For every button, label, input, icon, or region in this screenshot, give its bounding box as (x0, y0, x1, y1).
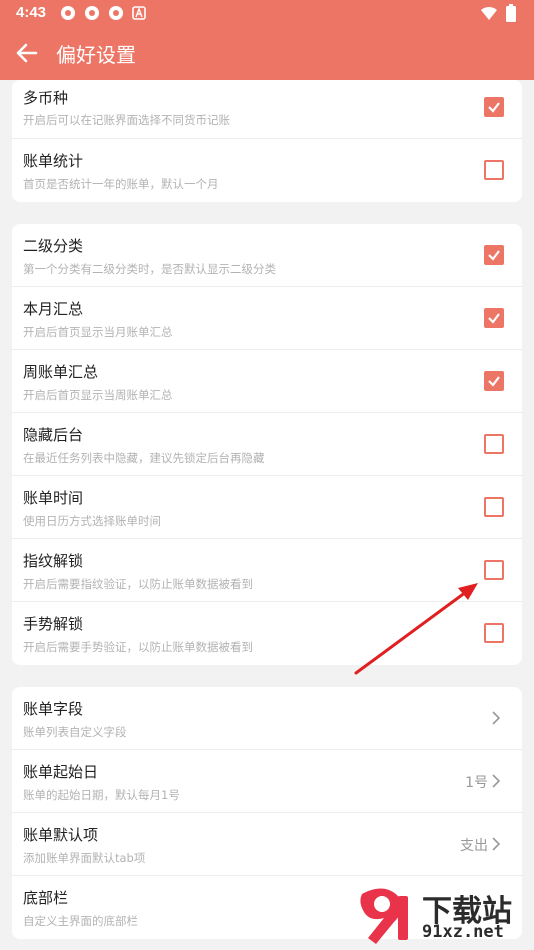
setting-title: 二级分类 (23, 237, 84, 255)
setting-subtitle: 在最近任务列表中隐藏，建议先锁定后台再隐藏 (23, 451, 265, 465)
setting-subtitle: 开启后首页显示当月账单汇总 (23, 325, 173, 339)
app-notification-icon (84, 5, 100, 21)
setting-title: 账单默认项 (23, 826, 99, 844)
setting-monthly-summary[interactable]: 本月汇总 开启后首页显示当月账单汇总 (12, 287, 522, 350)
battery-icon (506, 4, 516, 26)
chevron-right-icon (490, 773, 502, 789)
setting-subtitle: 开启后可以在记账界面选择不同货币记账 (23, 113, 230, 127)
setting-title: 账单统计 (23, 152, 84, 170)
settings-section-display: 二级分类 第一个分类有二级分类时，是否默认显示二级分类 本月汇总 开启后首页显示… (12, 224, 522, 665)
setting-subtitle: 开启后需要手势验证，以防止账单数据被看到 (23, 640, 253, 654)
setting-fingerprint-unlock[interactable]: 指纹解锁 开启后需要指纹验证，以防止账单数据被看到 (12, 539, 522, 602)
setting-title: 账单字段 (23, 700, 84, 718)
page-title: 偏好设置 (56, 43, 136, 67)
setting-bill-start-day[interactable]: 账单起始日 账单的起始日期，默认每月1号 1号 (12, 750, 522, 813)
a-notification-icon (132, 5, 148, 21)
setting-weekly-summary[interactable]: 周账单汇总 开启后首页显示当周账单汇总 (12, 350, 522, 413)
setting-value: 支出 (460, 838, 488, 854)
setting-title: 账单时间 (23, 489, 84, 507)
hide-background-checkbox[interactable] (484, 434, 504, 454)
setting-bill-time[interactable]: 账单时间 使用日历方式选择账单时间 (12, 476, 522, 539)
bill-statistics-checkbox[interactable] (484, 160, 504, 180)
watermark: 下载站 91xz.net (354, 880, 534, 950)
setting-value: 1号 (465, 775, 488, 791)
setting-hide-background[interactable]: 隐藏后台 在最近任务列表中隐藏，建议先锁定后台再隐藏 (12, 413, 522, 476)
fingerprint-unlock-checkbox[interactable] (484, 560, 504, 580)
bill-time-checkbox[interactable] (484, 497, 504, 517)
setting-title: 指纹解锁 (23, 552, 84, 570)
setting-title: 账单起始日 (23, 763, 99, 781)
secondary-category-checkbox[interactable] (484, 245, 504, 265)
back-arrow-icon[interactable] (14, 40, 40, 66)
watermark-logo-icon (360, 888, 408, 944)
setting-secondary-category[interactable]: 二级分类 第一个分类有二级分类时，是否默认显示二级分类 (12, 224, 522, 287)
setting-bill-default-item[interactable]: 账单默认项 添加账单界面默认tab项 支出 (12, 813, 522, 876)
setting-title: 隐藏后台 (23, 426, 84, 444)
settings-section-currency: 多币种 开启后可以在记账界面选择不同货币记账 账单统计 首页是否统计一年的账单，… (12, 80, 522, 202)
setting-subtitle: 自定义主界面的底部栏 (23, 914, 138, 928)
watermark-url: 91xz.net (422, 922, 504, 942)
setting-subtitle: 开启后需要指纹验证，以防止账单数据被看到 (23, 577, 253, 591)
setting-subtitle: 账单的起始日期，默认每月1号 (23, 788, 180, 802)
status-time: 4:43 (16, 4, 47, 21)
setting-subtitle: 账单列表自定义字段 (23, 725, 127, 739)
app-bar: 偏好设置 (0, 26, 534, 80)
wifi-icon (480, 5, 498, 25)
monthly-summary-checkbox[interactable] (484, 308, 504, 328)
setting-subtitle: 首页是否统计一年的账单，默认一个月 (23, 177, 219, 191)
weekly-summary-checkbox[interactable] (484, 371, 504, 391)
app-notification-icon (60, 5, 76, 21)
setting-subtitle: 添加账单界面默认tab项 (23, 851, 146, 865)
setting-subtitle: 使用日历方式选择账单时间 (23, 514, 161, 528)
setting-title: 底部栏 (23, 889, 69, 907)
setting-bill-fields[interactable]: 账单字段 账单列表自定义字段 (12, 687, 522, 750)
setting-title: 本月汇总 (23, 300, 84, 318)
notification-icons (60, 5, 148, 21)
chevron-right-icon (490, 710, 502, 726)
setting-gesture-unlock[interactable]: 手势解锁 开启后需要手势验证，以防止账单数据被看到 (12, 602, 522, 665)
multi-currency-checkbox[interactable] (484, 97, 504, 117)
setting-title: 多币种 (23, 89, 69, 107)
status-bar: 4:43 (0, 0, 534, 26)
setting-subtitle: 第一个分类有二级分类时，是否默认显示二级分类 (23, 262, 276, 276)
setting-title: 周账单汇总 (23, 363, 99, 381)
setting-multi-currency[interactable]: 多币种 开启后可以在记账界面选择不同货币记账 (12, 80, 522, 139)
app-notification-icon (108, 5, 124, 21)
setting-title: 手势解锁 (23, 615, 84, 633)
setting-bill-statistics[interactable]: 账单统计 首页是否统计一年的账单，默认一个月 (12, 139, 522, 202)
chevron-right-icon (490, 836, 502, 852)
setting-subtitle: 开启后首页显示当周账单汇总 (23, 388, 173, 402)
gesture-unlock-checkbox[interactable] (484, 623, 504, 643)
